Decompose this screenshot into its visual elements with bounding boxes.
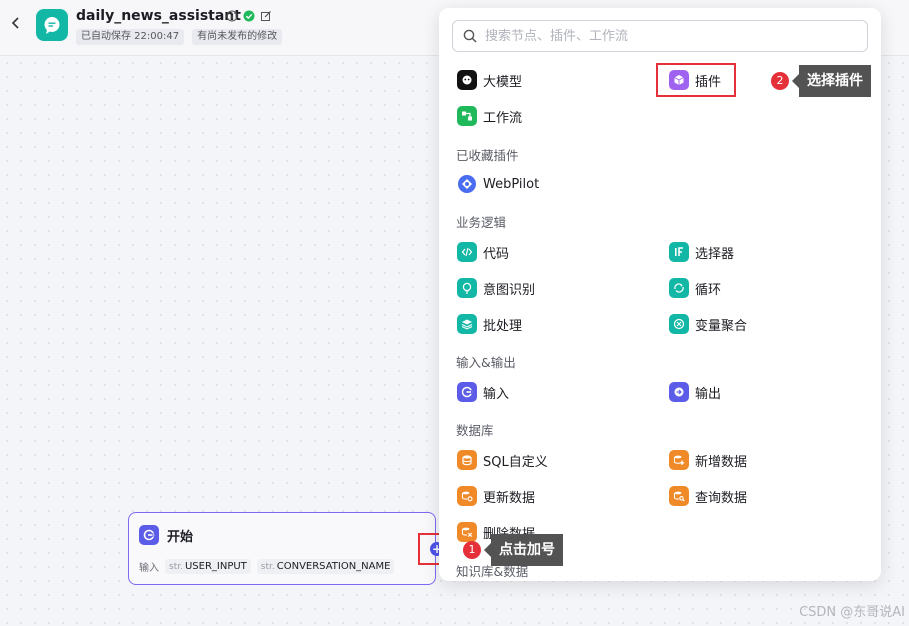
if-icon: [669, 242, 689, 262]
chevron-left-icon: [11, 17, 19, 29]
info-icon[interactable]: [226, 10, 238, 22]
input-icon: [457, 382, 477, 402]
item-code[interactable]: 代码: [457, 242, 509, 262]
item-intent[interactable]: 意图识别: [457, 278, 535, 298]
step-2-callout: 选择插件: [792, 65, 871, 97]
item-label: 选择器: [695, 246, 735, 262]
item-selector[interactable]: 选择器: [669, 242, 734, 262]
item-query-data[interactable]: 查询数据: [669, 486, 747, 506]
section-favorites-title: 已收藏插件: [456, 148, 519, 163]
item-label: 新增数据: [695, 454, 748, 470]
aggregate-icon: [669, 314, 689, 334]
item-label: 批处理: [483, 318, 523, 334]
item-label: 循环: [695, 282, 722, 298]
item-sql[interactable]: SQL自定义: [457, 450, 548, 470]
item-label: 查询数据: [695, 490, 748, 506]
code-icon: [457, 242, 477, 262]
item-label: 代码: [483, 246, 510, 262]
start-node[interactable]: 开始 输入 str. USER_INPUT str. CONVERSATION_NA…: [128, 512, 436, 585]
item-llm[interactable]: 大模型: [457, 70, 522, 90]
check-circle-icon: [243, 10, 255, 22]
item-label: 输出: [695, 386, 722, 402]
param-user-input: str. USER_INPUT: [165, 559, 251, 574]
step-1-marker: 1: [463, 541, 481, 559]
database-update-icon: [457, 486, 477, 506]
database-delete-icon: [457, 522, 477, 542]
item-label: 大模型: [483, 74, 523, 90]
start-node-title: 开始: [167, 530, 194, 545]
item-output[interactable]: 输出: [669, 382, 721, 402]
layers-icon: [457, 314, 477, 334]
llm-icon: [457, 70, 477, 90]
watermark: CSDN @东哥说AI: [799, 605, 905, 620]
item-label: SQL自定义: [483, 454, 548, 470]
item-insert-data[interactable]: 新增数据: [669, 450, 747, 470]
app-avatar: [36, 9, 68, 41]
item-input[interactable]: 输入: [457, 382, 509, 402]
loop-icon: [669, 278, 689, 298]
item-update-data[interactable]: 更新数据: [457, 486, 535, 506]
section-business-title: 业务逻辑: [456, 215, 507, 230]
item-webpilot[interactable]: WebPilot: [457, 174, 539, 194]
step-1-callout: 点击加号: [484, 534, 563, 566]
item-label: 更新数据: [483, 490, 536, 506]
plugin-highlight: [656, 63, 736, 97]
item-label: WebPilot: [483, 176, 540, 192]
database-add-icon: [669, 450, 689, 470]
step-2-marker: 2: [771, 72, 789, 90]
item-label: 意图识别: [483, 282, 536, 298]
item-label: 工作流: [483, 110, 523, 126]
webpilot-icon: [457, 174, 477, 194]
item-variable-aggregate[interactable]: 变量聚合: [669, 314, 747, 334]
autosave-badge: 已自动保存 22:00:47: [76, 29, 185, 45]
unpublished-badge: 有尚未发布的修改: [192, 29, 283, 45]
chat-bubble-icon: [44, 17, 60, 34]
item-loop[interactable]: 循环: [669, 278, 721, 298]
section-database-title: 数据库: [456, 423, 494, 438]
bulb-icon: [457, 278, 477, 298]
param-conversation-name: str. CONVERSATION_NAME: [256, 559, 395, 574]
param-name: USER_INPUT: [184, 561, 247, 572]
back-button[interactable]: [8, 14, 24, 34]
workflow-icon: [457, 106, 477, 126]
item-workflow[interactable]: 工作流: [457, 106, 522, 126]
search-input[interactable]: [485, 26, 855, 46]
param-type: str.: [260, 562, 275, 572]
database-icon: [457, 450, 477, 470]
start-node-icon: [139, 525, 159, 545]
input-label: 输入: [139, 563, 159, 574]
database-search-icon: [669, 486, 689, 506]
search-icon: [463, 29, 477, 43]
param-type: str.: [169, 562, 183, 572]
app-title: daily_news_assistant: [76, 8, 241, 24]
edit-icon[interactable]: [260, 10, 272, 22]
param-name: CONVERSATION_NAME: [276, 561, 391, 572]
output-icon: [669, 382, 689, 402]
search-box[interactable]: [452, 20, 868, 52]
section-io-title: 输入&输出: [456, 355, 516, 370]
play-circle-icon: [143, 529, 155, 541]
item-batch[interactable]: 批处理: [457, 314, 522, 334]
item-label: 变量聚合: [695, 318, 748, 334]
item-label: 输入: [483, 386, 510, 402]
